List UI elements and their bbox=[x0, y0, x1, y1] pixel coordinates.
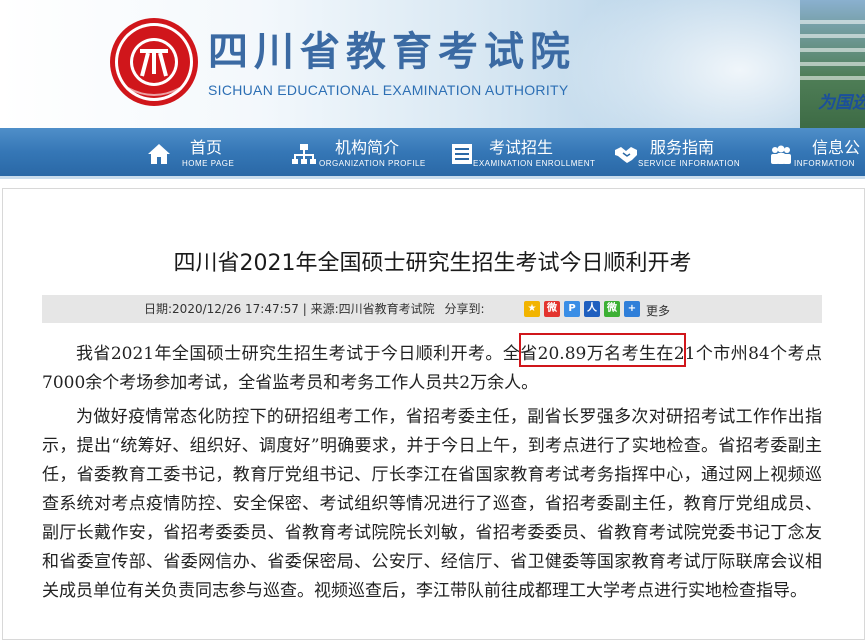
document-list-icon bbox=[452, 144, 472, 164]
nav-label-service-guide: 服务指南 bbox=[650, 138, 715, 157]
nav-sub-information: INFORMATION bbox=[794, 159, 855, 168]
p2-text: 为做好疫情常态化防控下的研招组考工作，省招考委主任，副省长罗强多次对研招考试工作… bbox=[42, 407, 822, 601]
nav-item-service-guide[interactable]: 服务指南 SERVICE INFORMATION bbox=[612, 128, 762, 176]
home-icon bbox=[148, 144, 170, 164]
weibo-icon[interactable]: 微 bbox=[544, 301, 560, 317]
article-meta: 日期:2020/12/26 17:47:57 | 来源:四川省教育考试院 分享到… bbox=[144, 302, 485, 316]
org-chart-icon bbox=[292, 144, 316, 164]
article-date-source: 日期:2020/12/26 17:47:57 | 来源:四川省教育考试院 bbox=[144, 302, 435, 316]
header-banner: 四川省教育考试院 SICHUAN EDUCATIONAL EXAMINATION… bbox=[0, 0, 865, 128]
handshake-icon bbox=[615, 147, 637, 163]
nav-item-information[interactable]: 信息公 INFORMATION bbox=[768, 128, 865, 176]
article-meta-bar: 日期:2020/12/26 17:47:57 | 来源:四川省教育考试院 分享到… bbox=[42, 295, 822, 323]
pengyou-icon[interactable]: P bbox=[564, 301, 580, 317]
share-more-link[interactable]: 更多 bbox=[646, 302, 670, 319]
wechat-icon[interactable]: 微 bbox=[604, 301, 620, 317]
nav-sub-exam-enrollment: EXAMINATION ENROLLMENT bbox=[473, 159, 596, 168]
banner-slogan: 为国选 bbox=[818, 93, 865, 113]
nav-item-organization[interactable]: 机构简介 ORGANIZATION PROFILE bbox=[291, 128, 441, 176]
nav-label-information: 信息公 bbox=[812, 138, 861, 157]
p1-lead: 我省2021年全国硕士研究生招生考试于今日顺利开考。 bbox=[76, 344, 503, 364]
nav-item-home[interactable]: 首页 HOME PAGE bbox=[146, 128, 256, 176]
nav-label-home: 首页 bbox=[190, 138, 223, 157]
article-paragraph-2: 为做好疫情常态化防控下的研招组考工作，省招考委主任，副省长罗强多次对研招考试工作… bbox=[42, 403, 822, 606]
logo-subtitle: SICHUAN EDUCATIONAL EXAMINATION AUTHORIT… bbox=[208, 82, 569, 98]
nav-sub-home: HOME PAGE bbox=[182, 159, 235, 168]
article-title: 四川省2021年全国硕士研究生招生考试今日顺利开考 bbox=[173, 251, 692, 276]
nav-label-exam-enrollment: 考试招生 bbox=[489, 138, 554, 157]
nav-label-organization: 机构简介 bbox=[335, 138, 400, 157]
authority-seal-logo[interactable] bbox=[108, 16, 200, 108]
nav-item-exam-enrollment[interactable]: 考试招生 EXAMINATION ENROLLMENT bbox=[449, 128, 609, 176]
plus-icon[interactable]: + bbox=[624, 301, 640, 317]
article-paragraph-1: 我省2021年全国硕士研究生招生考试于今日顺利开考。全省20.89万名考生在21… bbox=[42, 340, 822, 398]
qzone-icon[interactable]: ★ bbox=[524, 301, 540, 317]
main-nav: 首页 HOME PAGE 机构简介 ORGANIZATION PROFILE 考… bbox=[0, 128, 865, 176]
share-label: 分享到: bbox=[444, 302, 485, 316]
nav-divider bbox=[0, 176, 865, 179]
people-icon bbox=[771, 145, 791, 164]
nav-sub-organization: ORGANIZATION PROFILE bbox=[319, 159, 426, 168]
nav-sub-service-guide: SERVICE INFORMATION bbox=[638, 159, 741, 168]
renren-icon[interactable]: 人 bbox=[584, 301, 600, 317]
logo-title: 四川省教育考试院 bbox=[208, 29, 576, 75]
p1-highlight: 全省20.89万名考生 bbox=[502, 344, 657, 364]
